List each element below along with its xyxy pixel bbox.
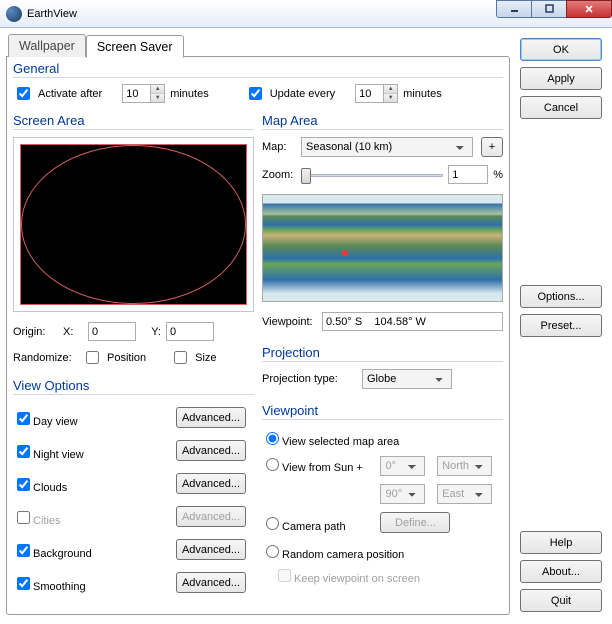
map-thumbnail[interactable] [262,194,503,302]
update-every-value[interactable] [355,84,383,103]
options-button[interactable]: Options... [520,285,602,308]
origin-label: Origin: [13,326,58,338]
background-advanced-button[interactable]: Advanced... [176,539,246,560]
smoothing-advanced-button[interactable]: Advanced... [176,572,246,593]
view-from-sun-radio[interactable] [266,458,279,471]
maximize-button[interactable] [531,0,567,18]
y-label: Y: [141,326,161,338]
projection-type-select[interactable]: Globe [362,369,452,389]
view-options-title: View Options [13,378,254,395]
x-label: X: [63,326,83,338]
origin-y-input[interactable] [166,322,214,341]
smoothing-label: Smoothing [33,581,86,593]
randomize-position-checkbox[interactable] [86,351,99,364]
general-title: General [13,61,503,78]
origin-x-input[interactable] [88,322,136,341]
preset-button[interactable]: Preset... [520,314,602,337]
screen-area-preview [13,137,254,312]
view-selected-label: View selected map area [282,436,399,448]
night-view-advanced-button[interactable]: Advanced... [176,440,246,461]
night-view-label: Night view [33,449,84,461]
randomize-size-checkbox[interactable] [174,351,187,364]
ok-button[interactable]: OK [520,38,602,61]
window-title: EarthView [27,8,497,20]
minutes-label-1: minutes [170,88,209,100]
close-button[interactable] [566,0,612,18]
tab-screensaver[interactable]: Screen Saver [86,35,184,58]
minimize-button[interactable] [496,0,532,18]
activate-after-label: Activate after [38,88,102,100]
help-button[interactable]: Help [520,531,602,554]
update-every-label: Update every [270,88,335,100]
map-select[interactable]: Seasonal (10 km) [301,137,473,157]
zoom-value-input[interactable] [448,165,488,184]
clouds-label: Clouds [33,482,67,494]
cancel-button[interactable]: Cancel [520,96,602,119]
sun-dir1-select[interactable]: North [437,456,492,476]
viewpoint-coord-input[interactable] [322,312,503,331]
title-bar: EarthView [0,0,612,28]
viewpoint-coord-label: Viewpoint: [262,316,317,328]
zoom-slider[interactable] [301,166,443,184]
clouds-checkbox[interactable] [17,478,30,491]
map-label: Map: [262,141,296,153]
about-button[interactable]: About... [520,560,602,583]
day-view-advanced-button[interactable]: Advanced... [176,407,246,428]
sun-deg2-select[interactable]: 90° [380,484,425,504]
screen-area-title: Screen Area [13,113,254,130]
view-selected-radio[interactable] [266,432,279,445]
activate-after-value[interactable] [122,84,150,103]
minutes-label-2: minutes [403,88,442,100]
zoom-label: Zoom: [262,169,296,181]
define-button: Define... [380,512,450,533]
projection-title: Projection [262,345,503,362]
activate-spinner[interactable]: ▲▼ [150,84,165,103]
day-view-label: Day view [33,416,78,428]
map-add-button[interactable]: + [481,137,503,157]
camera-path-radio[interactable] [266,517,279,530]
update-spinner[interactable]: ▲▼ [383,84,398,103]
day-view-checkbox[interactable] [17,412,30,425]
apply-button[interactable]: Apply [520,67,602,90]
quit-button[interactable]: Quit [520,589,602,612]
viewpoint-title: Viewpoint [262,403,503,420]
random-camera-label: Random camera position [282,549,404,561]
smoothing-checkbox[interactable] [17,577,30,590]
tab-panel: General Activate after ▲▼ minutes Update… [6,56,510,615]
randomize-size-label: Size [195,352,216,364]
app-icon [6,6,22,22]
camera-path-label: Camera path [282,521,346,533]
earth-sphere [21,145,246,304]
keep-viewpoint-checkbox [278,569,291,582]
map-area-title: Map Area [262,113,503,130]
cities-advanced-button: Advanced... [176,506,246,527]
randomize-position-label: Position [107,352,146,364]
clouds-advanced-button[interactable]: Advanced... [176,473,246,494]
randomize-label: Randomize: [13,352,81,364]
background-label: Background [33,548,92,560]
night-view-checkbox[interactable] [17,445,30,458]
update-every-checkbox[interactable] [249,87,262,100]
zoom-pct-label: % [493,169,503,181]
random-camera-radio[interactable] [266,545,279,558]
sun-dir2-select[interactable]: East [437,484,492,504]
view-from-sun-label: View from Sun + [282,462,363,474]
tab-wallpaper[interactable]: Wallpaper [8,34,86,57]
cities-checkbox[interactable] [17,511,30,524]
activate-after-checkbox[interactable] [17,87,30,100]
sun-deg1-select[interactable]: 0° [380,456,425,476]
cities-label: Cities [33,515,61,527]
keep-viewpoint-label: Keep viewpoint on screen [294,573,420,585]
projection-type-label: Projection type: [262,373,357,385]
background-checkbox[interactable] [17,544,30,557]
